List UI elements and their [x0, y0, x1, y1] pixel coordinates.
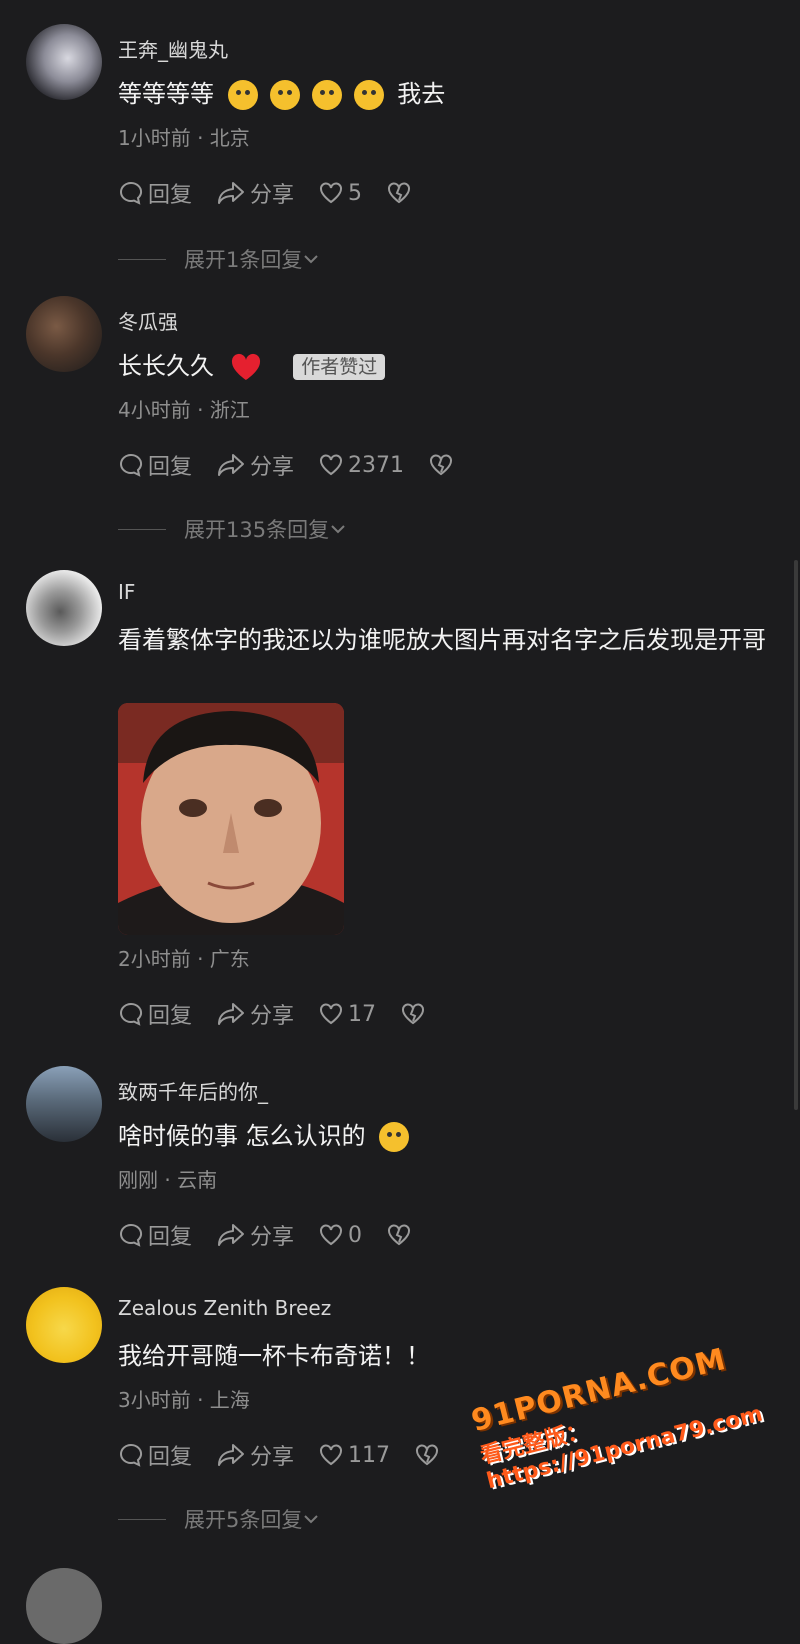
avatar[interactable] [26, 1287, 102, 1363]
reply-label: 回复 [148, 1445, 193, 1470]
dislike-button[interactable] [414, 1443, 444, 1467]
comment-bubble-icon [120, 1443, 143, 1467]
expand-replies-button[interactable]: 展开5条回复 [118, 1504, 320, 1534]
share-button[interactable]: 分享 [216, 1439, 294, 1471]
heart-outline-icon [320, 1444, 343, 1466]
broken-heart-icon [416, 1444, 439, 1466]
comment-item: Zealous Zenith Breez 我给开哥随一杯卡布奇诺！！ 3小时前 … [0, 0, 780, 1550]
scrollbar[interactable] [794, 560, 798, 1110]
chevron-down-icon [304, 1515, 319, 1524]
divider-line [118, 1518, 166, 1520]
time-location: 3小时前 · 上海 [118, 1388, 250, 1412]
username[interactable]: Zealous Zenith Breez [118, 1296, 331, 1320]
avatar-partial[interactable] [26, 1568, 102, 1644]
like-button[interactable]: 117 [318, 1443, 390, 1468]
share-arrow-icon [218, 1444, 245, 1466]
share-label: 分享 [250, 1445, 295, 1470]
action-bar: 回复 分享 117 [118, 1440, 468, 1470]
expand-label: 展开5条回复 [184, 1508, 303, 1532]
reply-button[interactable]: 回复 [118, 1439, 192, 1471]
like-count: 117 [348, 1442, 391, 1468]
